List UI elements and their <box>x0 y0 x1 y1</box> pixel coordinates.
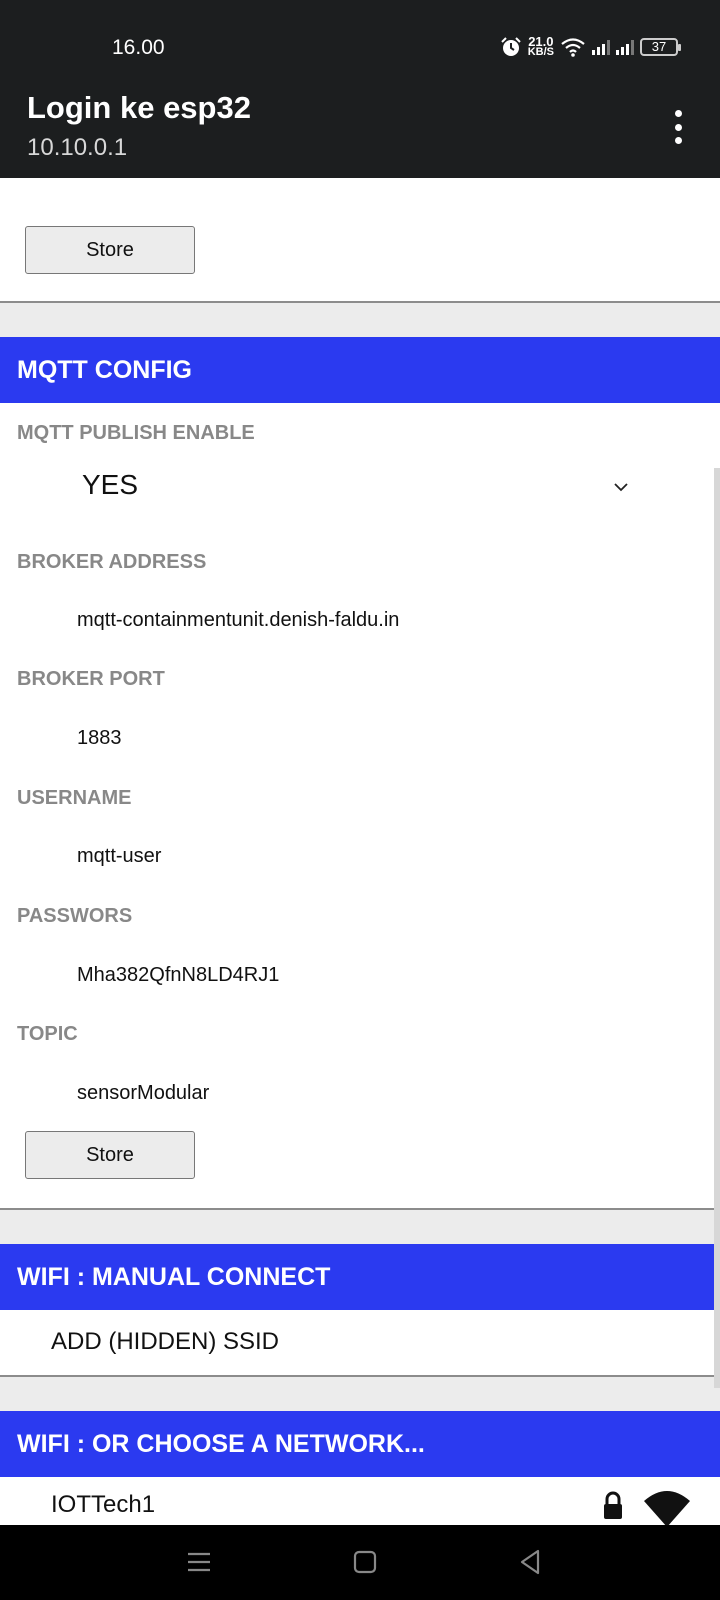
recents-icon[interactable] <box>184 1547 214 1577</box>
username-field[interactable]: mqtt-user <box>77 845 161 868</box>
wifi-choose-header: WIFI : OR CHOOSE A NETWORK... <box>0 1411 720 1477</box>
broker-address-label: BROKER ADDRESS <box>17 551 207 573</box>
wifi-network-ssid: IOTTech1 <box>51 1491 156 1518</box>
mqtt-publish-enable-label: MQTT PUBLISH ENABLE <box>17 422 255 444</box>
lock-icon <box>604 1491 622 1519</box>
broker-address-field[interactable]: mqtt-containmentunit.denish-faldu.in <box>77 609 399 632</box>
previous-section-card: Store <box>0 178 720 303</box>
mqtt-config-card: MQTT CONFIG MQTT PUBLISH ENABLE YES BROK… <box>0 337 720 1210</box>
signal-icon <box>592 39 610 55</box>
battery-icon: 37 <box>640 38 681 56</box>
chevron-down-icon <box>614 483 628 492</box>
mqtt-config-header: MQTT CONFIG <box>0 337 720 403</box>
back-icon[interactable] <box>516 1547 546 1577</box>
home-icon[interactable] <box>350 1547 380 1577</box>
wifi-icon <box>561 38 585 57</box>
app-subtitle: 10.10.0.1 <box>27 134 128 161</box>
store-button[interactable]: Store <box>25 226 195 274</box>
page-content[interactable]: Store MQTT CONFIG MQTT PUBLISH ENABLE YE… <box>0 178 720 1525</box>
status-icons: 21.0 KB/S 37 <box>500 34 681 60</box>
topic-field[interactable]: sensorModular <box>77 1082 209 1105</box>
net-speed: 21.0 KB/S <box>527 35 554 58</box>
net-speed-unit: KB/S <box>527 46 554 58</box>
status-bar: 16.00 21.0 KB/S 37 <box>0 0 720 90</box>
wifi-manual-header: WIFI : MANUAL CONNECT <box>0 1244 720 1310</box>
username-label: USERNAME <box>17 787 132 809</box>
wifi-choose-card: WIFI : OR CHOOSE A NETWORK... IOTTech1 <box>0 1411 720 1525</box>
mqtt-publish-enable-select[interactable]: YES <box>0 457 700 517</box>
signal-icon <box>616 39 634 55</box>
wifi-network-item[interactable]: IOTTech1 <box>0 1491 720 1525</box>
scrollbar[interactable] <box>714 468 720 1388</box>
alarm-icon <box>501 37 521 56</box>
password-field[interactable]: Mha382QfnN8LD4RJ1 <box>77 964 279 987</box>
navigation-bar <box>0 1525 720 1600</box>
wifi-signal-icon <box>644 1491 690 1525</box>
topic-label: TOPIC <box>17 1023 78 1045</box>
app-bar: Login ke esp32 10.10.0.1 <box>0 90 720 178</box>
password-label: PASSWORS <box>17 905 133 927</box>
app-title: Login ke esp32 <box>27 90 251 125</box>
mqtt-store-button[interactable]: Store <box>25 1131 195 1179</box>
more-vert-icon[interactable] <box>666 110 690 144</box>
broker-port-field[interactable]: 1883 <box>77 727 122 750</box>
wifi-manual-card: WIFI : MANUAL CONNECT ADD (HIDDEN) SSID <box>0 1244 720 1377</box>
broker-port-label: BROKER PORT <box>17 668 165 690</box>
status-time: 16.00 <box>112 36 165 59</box>
mqtt-publish-enable-value: YES <box>82 469 139 500</box>
add-hidden-ssid-button[interactable]: ADD (HIDDEN) SSID <box>51 1328 279 1356</box>
